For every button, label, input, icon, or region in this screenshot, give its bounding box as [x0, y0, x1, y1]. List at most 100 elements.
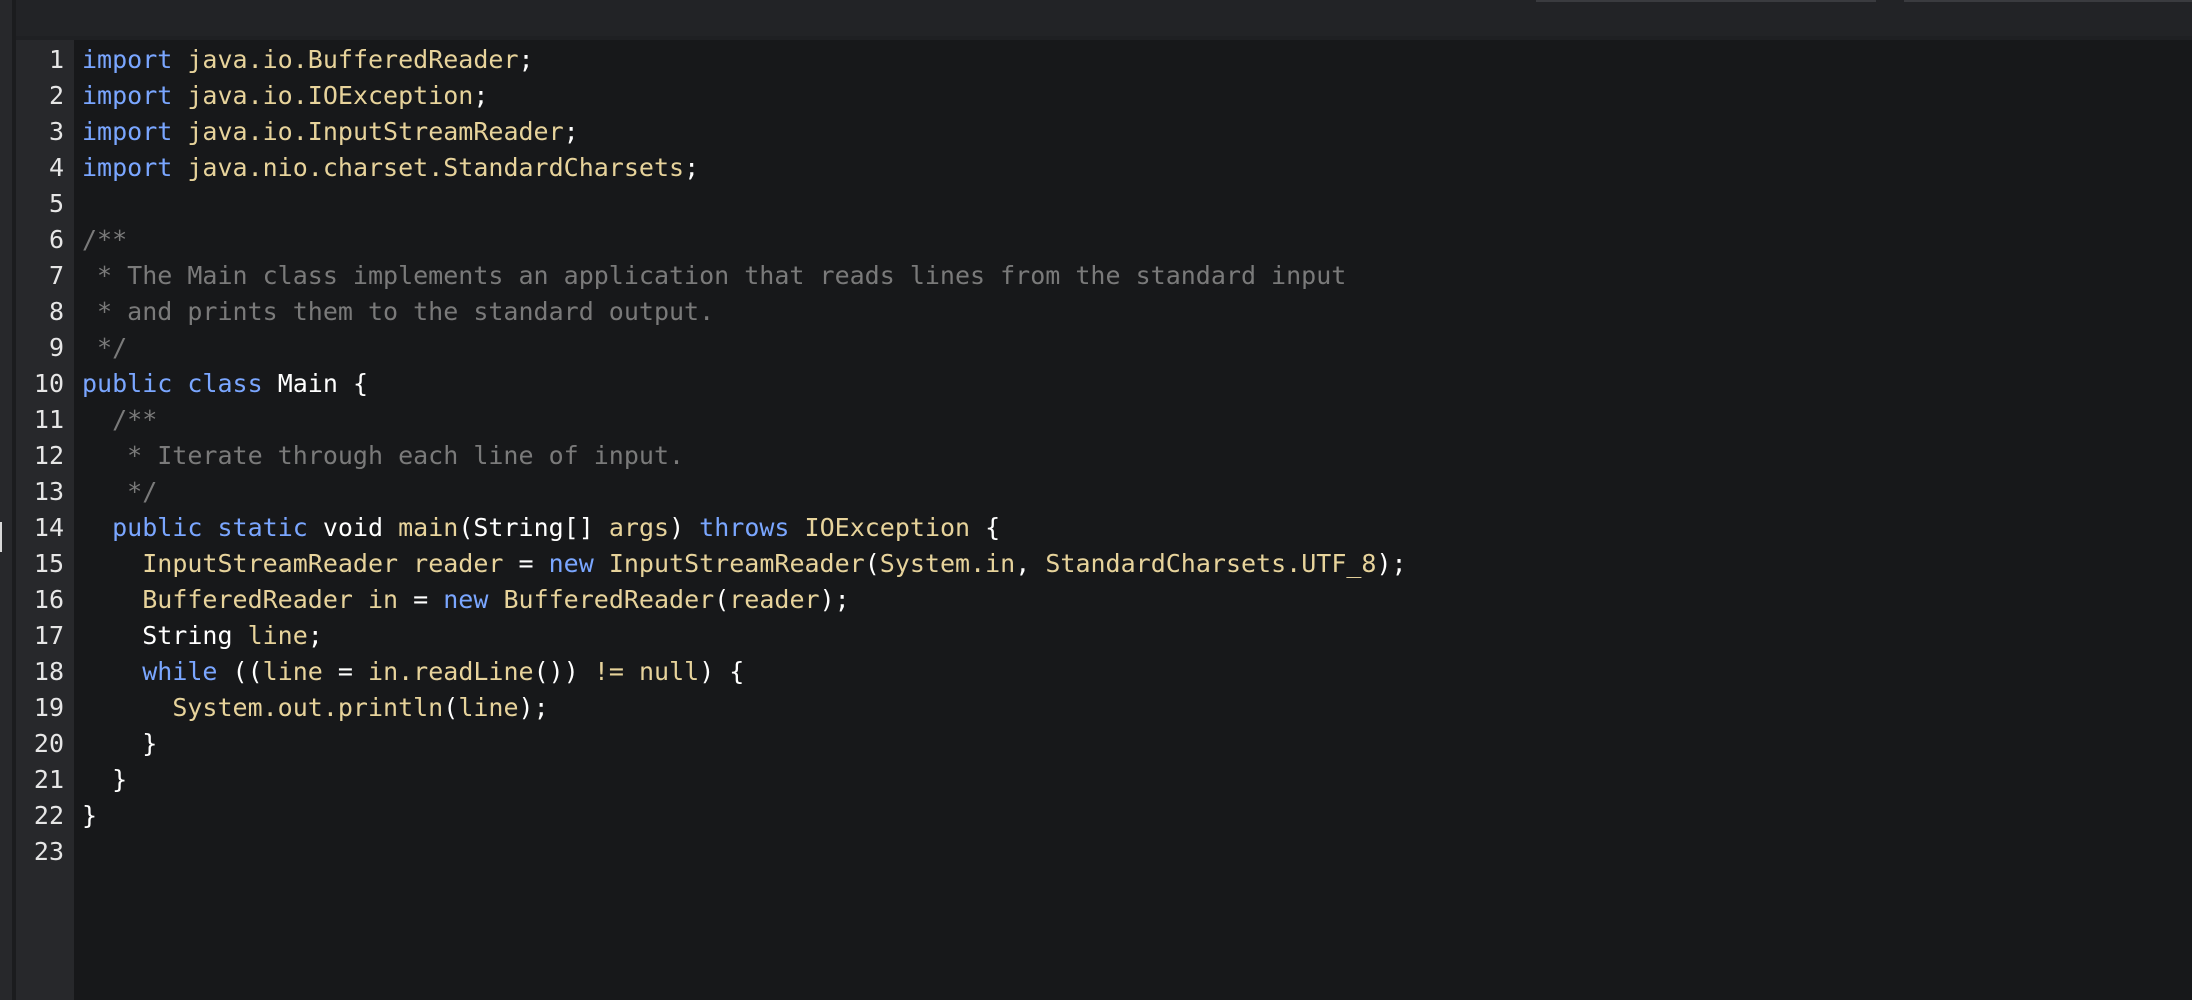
code-token: null: [638, 657, 700, 686]
code-line[interactable]: BufferedReader in = new BufferedReader(r…: [82, 582, 850, 618]
code-token: import: [82, 153, 173, 182]
code-line[interactable]: import java.io.IOException;: [82, 78, 488, 114]
code-line[interactable]: String line;: [82, 618, 323, 654]
code-token: =: [503, 549, 549, 578]
code-line[interactable]: System.out.println(line);: [82, 690, 548, 726]
code-token: /**: [82, 225, 128, 254]
code-token: java.io.BufferedReader: [187, 45, 519, 74]
toolbar-tab[interactable]: [1536, 0, 1876, 2]
code-line[interactable]: InputStreamReader reader = new InputStre…: [82, 546, 1407, 582]
code-token: ;: [473, 81, 489, 110]
code-token: reader: [729, 585, 820, 614]
line-number: 3: [48, 117, 64, 146]
code-token: !=: [593, 657, 624, 686]
code-token: StandardCharsets.UTF_8: [1045, 549, 1377, 578]
line-number: 6: [48, 225, 64, 254]
code-token: import: [82, 45, 173, 74]
code-token: ) {: [699, 657, 745, 686]
code-token: ;: [684, 153, 700, 182]
line-number: 9: [48, 333, 64, 362]
code-line[interactable]: import java.nio.charset.StandardCharsets…: [82, 150, 699, 186]
line-number: 10: [33, 369, 64, 398]
code-line[interactable]: public class Main {: [82, 366, 368, 402]
code-line[interactable]: */: [82, 330, 127, 366]
code-token: BufferedReader in: [142, 585, 399, 614]
code-token: ()): [533, 657, 594, 686]
code-token: public: [82, 369, 173, 398]
code-line[interactable]: public static void main(String[] args) t…: [82, 510, 1000, 546]
code-line[interactable]: import java.io.InputStreamReader;: [82, 114, 579, 150]
code-token: (: [443, 693, 459, 722]
line-number: 5: [48, 189, 64, 218]
code-token: =: [322, 657, 369, 686]
code-token: * The Main class implements an applicati…: [82, 261, 1347, 290]
line-number: 1: [48, 45, 64, 74]
code-token: String: [82, 621, 248, 650]
code-line[interactable]: }: [82, 798, 97, 834]
code-token: import: [82, 117, 173, 146]
code-area[interactable]: import java.io.BufferedReader; import jav…: [82, 40, 2182, 1000]
code-token: (: [864, 549, 880, 578]
line-number: 15: [33, 549, 64, 578]
code-token: */: [82, 333, 128, 362]
code-token: System.out.println: [172, 693, 444, 722]
code-editor[interactable]: 1 2 3 4 5 6 7 8 9 10 11 12 13 14 15 16 17 18 19 20 21 22 23 im…: [16, 40, 2192, 1000]
code-token: import: [82, 81, 173, 110]
code-line[interactable]: */: [82, 474, 157, 510]
code-token: java.io.InputStreamReader: [187, 117, 564, 146]
code-line[interactable]: * The Main class implements an applicati…: [82, 258, 1346, 294]
code-token: BufferedReader: [503, 585, 715, 614]
code-token: static: [217, 513, 308, 542]
code-token: );: [1376, 549, 1407, 578]
line-number: 18: [33, 657, 64, 686]
line-number: 8: [48, 297, 64, 326]
code-line[interactable]: }: [82, 762, 127, 798]
code-line[interactable]: * and prints them to the standard output…: [82, 294, 714, 330]
code-token: );: [819, 585, 850, 614]
code-token: line: [262, 657, 323, 686]
line-number: 7: [48, 261, 64, 290]
code-line[interactable]: /**: [82, 402, 157, 438]
line-number: 21: [33, 765, 64, 794]
code-token: IOException: [804, 513, 971, 542]
line-number: 23: [33, 837, 64, 866]
code-token: new: [443, 585, 489, 614]
code-token: {: [970, 513, 1001, 542]
code-token: args: [608, 513, 670, 542]
code-token: }: [82, 801, 98, 830]
code-token: InputStreamReader: [608, 549, 865, 578]
code-line[interactable]: import java.io.BufferedReader;: [82, 42, 534, 78]
line-number: 16: [33, 585, 64, 614]
line-number: 17: [33, 621, 64, 650]
line-number-gutter: 1 2 3 4 5 6 7 8 9 10 11 12 13 14 15 16 17 18 19 20 21 22 23: [16, 40, 74, 1000]
code-token: * Iterate through each line of input.: [82, 441, 685, 470]
line-number: 14: [33, 513, 64, 542]
code-token: ;: [518, 45, 534, 74]
code-token: }: [82, 765, 128, 794]
code-token: ;: [307, 621, 323, 650]
line-number: 13: [33, 477, 64, 506]
code-token: java.io.IOException: [187, 81, 474, 110]
code-line[interactable]: /**: [82, 222, 127, 258]
toolbar-tab[interactable]: [1904, 0, 2192, 2]
line-number: 12: [33, 441, 64, 470]
code-token: while: [142, 657, 218, 686]
code-token: =: [398, 585, 444, 614]
code-line[interactable]: * Iterate through each line of input.: [82, 438, 684, 474]
code-token: ;: [563, 117, 579, 146]
code-line[interactable]: while ((line = in.readLine()) != null) {: [82, 654, 744, 690]
code-token: /**: [82, 405, 158, 434]
line-number: 2: [48, 81, 64, 110]
code-line[interactable]: }: [82, 726, 157, 762]
code-token: System.in: [879, 549, 1016, 578]
code-token: ): [669, 513, 700, 542]
